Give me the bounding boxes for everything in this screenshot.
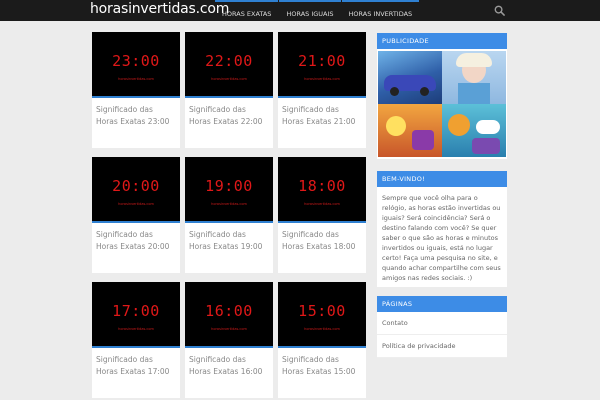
post-card[interactable]: 16:00 horasinvertidas.com Significado da… — [185, 282, 273, 398]
post-title[interactable]: Significado das Horas Exatas 20:00 — [92, 223, 180, 273]
game-shape — [412, 130, 434, 150]
clock-thumbnail[interactable]: 15:00 horasinvertidas.com — [278, 282, 366, 348]
dress-shape — [458, 83, 490, 104]
post-card[interactable]: 20:00 horasinvertidas.com Significado da… — [92, 157, 180, 273]
post-card[interactable]: 19:00 horasinvertidas.com Significado da… — [185, 157, 273, 273]
clock-thumbnail[interactable]: 22:00 horasinvertidas.com — [185, 32, 273, 98]
link-contato[interactable]: Contato — [377, 312, 507, 335]
clock-site: horasinvertidas.com — [118, 202, 154, 206]
post-card[interactable]: 23:00 horasinvertidas.com Significado da… — [92, 32, 180, 148]
clock-time: 16:00 — [205, 302, 253, 320]
clock-site: horasinvertidas.com — [211, 202, 247, 206]
post-title[interactable]: Significado das Horas Exatas 17:00 — [92, 348, 180, 398]
nav-horas-invertidas[interactable]: HORAS INVERTIDAS — [341, 0, 420, 21]
welcome-widget: BEM-VINDO! Sempre que você olha para o r… — [377, 171, 507, 287]
clock-time: 18:00 — [298, 177, 346, 195]
car-wheel — [420, 87, 429, 96]
post-title[interactable]: Significado das Horas Exatas 23:00 — [92, 98, 180, 148]
post-card[interactable]: 22:00 horasinvertidas.com Significado da… — [185, 32, 273, 148]
hair-shape — [456, 53, 492, 67]
snail-shape — [448, 114, 470, 136]
post-title[interactable]: Significado das Horas Exatas 19:00 — [185, 223, 273, 273]
clock-site: horasinvertidas.com — [211, 77, 247, 81]
post-card[interactable]: 18:00 horasinvertidas.com Significado da… — [278, 157, 366, 273]
cartoon-shape — [472, 138, 500, 154]
game-shape — [386, 116, 406, 136]
nav-horas-iguais[interactable]: HORAS IGUAIS — [279, 0, 341, 21]
ad-image-game[interactable] — [378, 104, 442, 157]
clock-time: 21:00 — [298, 52, 346, 70]
clock-thumbnail[interactable]: 21:00 horasinvertidas.com — [278, 32, 366, 98]
ad-image-cartoon[interactable] — [442, 104, 506, 157]
main-nav: HORAS EXATAS HORAS IGUAIS HORAS INVERTID… — [215, 0, 420, 21]
post-card[interactable]: 17:00 horasinvertidas.com Significado da… — [92, 282, 180, 398]
clock-time: 23:00 — [112, 52, 160, 70]
welcome-widget-title: BEM-VINDO! — [377, 171, 507, 187]
post-title[interactable]: Significado das Horas Exatas 21:00 — [278, 98, 366, 148]
clock-site: horasinvertidas.com — [118, 327, 154, 331]
nav-horas-exatas[interactable]: HORAS EXATAS — [215, 0, 279, 21]
pages-widget-title: PÁGINAS — [377, 296, 507, 312]
clock-thumbnail[interactable]: 16:00 horasinvertidas.com — [185, 282, 273, 348]
clock-time: 22:00 — [205, 52, 253, 70]
clock-site: horasinvertidas.com — [304, 202, 340, 206]
link-politica-privacidade[interactable]: Política de privacidade — [377, 335, 507, 358]
clock-thumbnail[interactable]: 19:00 horasinvertidas.com — [185, 157, 273, 223]
clock-thumbnail[interactable]: 18:00 horasinvertidas.com — [278, 157, 366, 223]
top-bar: horasinvertidas.com HORAS EXATAS HORAS I… — [0, 0, 600, 21]
search-icon[interactable] — [494, 5, 505, 16]
post-title[interactable]: Significado das Horas Exatas 18:00 — [278, 223, 366, 273]
ad-image-car[interactable] — [378, 51, 442, 104]
clock-thumbnail[interactable]: 20:00 horasinvertidas.com — [92, 157, 180, 223]
welcome-text: Sempre que você olha para o relógio, as … — [382, 194, 501, 282]
clock-time: 17:00 — [112, 302, 160, 320]
ad-widget: PUBLICIDADE — [377, 33, 507, 159]
ad-widget-title: PUBLICIDADE — [377, 33, 507, 49]
pages-widget: PÁGINAS Contato Política de privacidade — [377, 296, 507, 358]
clock-site: horasinvertidas.com — [118, 77, 154, 81]
logo-shape — [476, 120, 500, 134]
clock-site: horasinvertidas.com — [304, 327, 340, 331]
site-logo[interactable]: horasinvertidas.com — [90, 1, 229, 17]
clock-time: 15:00 — [298, 302, 346, 320]
clock-thumbnail[interactable]: 23:00 horasinvertidas.com — [92, 32, 180, 98]
ad-banner[interactable] — [378, 51, 506, 157]
post-title[interactable]: Significado das Horas Exatas 16:00 — [185, 348, 273, 398]
clock-thumbnail[interactable]: 17:00 horasinvertidas.com — [92, 282, 180, 348]
clock-time: 20:00 — [112, 177, 160, 195]
ad-image-princess[interactable] — [442, 51, 506, 104]
post-title[interactable]: Significado das Horas Exatas 15:00 — [278, 348, 366, 398]
post-card[interactable]: 15:00 horasinvertidas.com Significado da… — [278, 282, 366, 398]
post-title[interactable]: Significado das Horas Exatas 22:00 — [185, 98, 273, 148]
car-wheel — [390, 87, 399, 96]
clock-time: 19:00 — [205, 177, 253, 195]
post-card[interactable]: 21:00 horasinvertidas.com Significado da… — [278, 32, 366, 148]
clock-site: horasinvertidas.com — [304, 77, 340, 81]
clock-site: horasinvertidas.com — [211, 327, 247, 331]
